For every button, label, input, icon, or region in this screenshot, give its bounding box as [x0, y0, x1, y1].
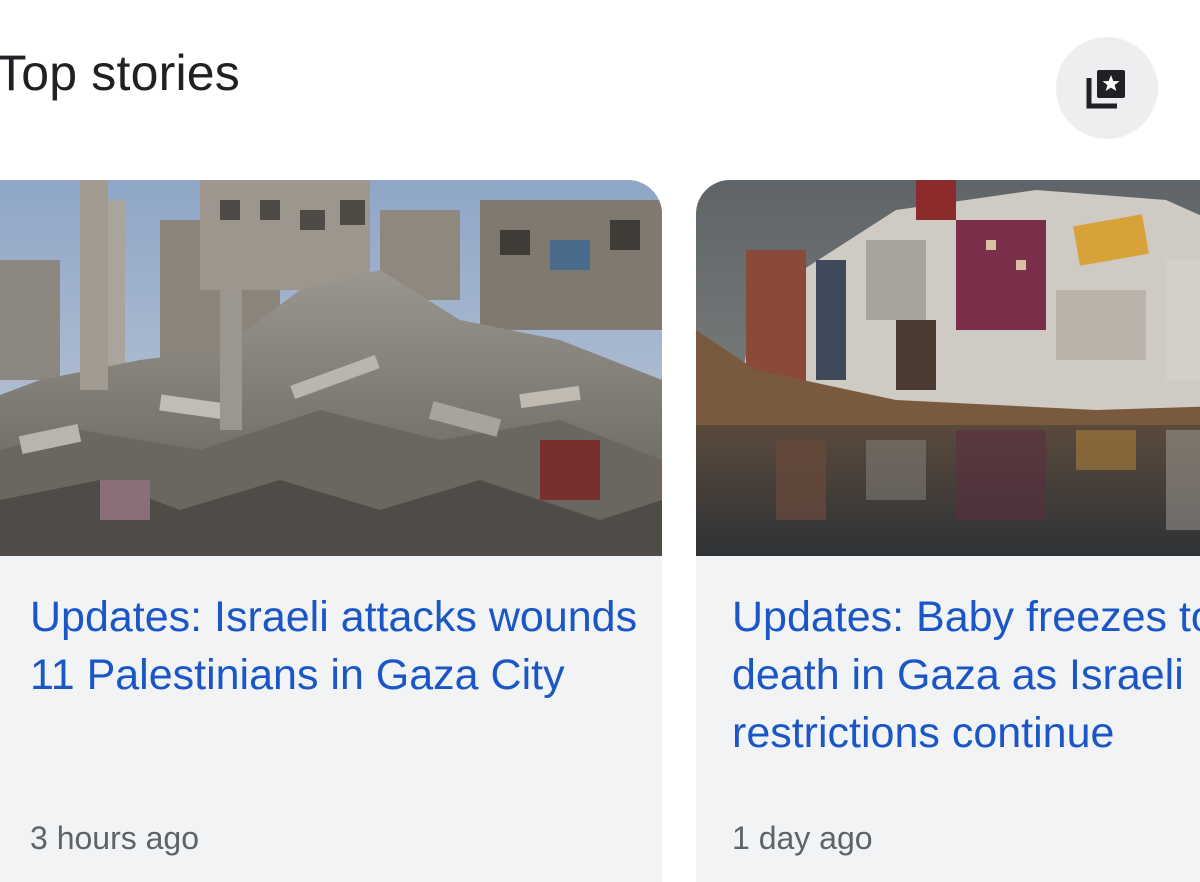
story-headline[interactable]: Updates: Israeli attacks wounds 11 Pales…	[30, 588, 650, 704]
story-card[interactable]: Updates: Israeli attacks wounds 11 Pales…	[0, 180, 662, 882]
stories-carousel[interactable]: Updates: Israeli attacks wounds 11 Pales…	[0, 180, 1200, 882]
section-title: Top stories	[0, 45, 240, 101]
headline-line: Updates: Israeli attacks wounds 11 Pales…	[30, 593, 638, 699]
story-timestamp: 1 day ago	[732, 820, 873, 856]
bookmark-collection-icon	[1086, 70, 1125, 109]
headline-line: restrictions continue	[732, 709, 1115, 757]
headline-line: Updates: Baby freezes to	[732, 593, 1200, 641]
tent-camp-flooded-puddle-photo	[696, 180, 1200, 556]
bookmark-button[interactable]	[1056, 37, 1158, 139]
top-stories-page: Top stories Updates: Israeli attacks wou…	[0, 0, 1200, 882]
story-headline[interactable]: Updates: Baby freezes to death in Gaza a…	[732, 588, 1200, 762]
story-card[interactable]: Updates: Baby freezes to death in Gaza a…	[696, 180, 1200, 882]
story-thumbnail	[696, 180, 1200, 556]
story-thumbnail	[0, 180, 662, 556]
headline-line: death in Gaza as Israeli	[732, 651, 1184, 699]
story-timestamp: 3 hours ago	[30, 820, 200, 856]
rubble-destroyed-buildings-photo	[0, 180, 662, 556]
